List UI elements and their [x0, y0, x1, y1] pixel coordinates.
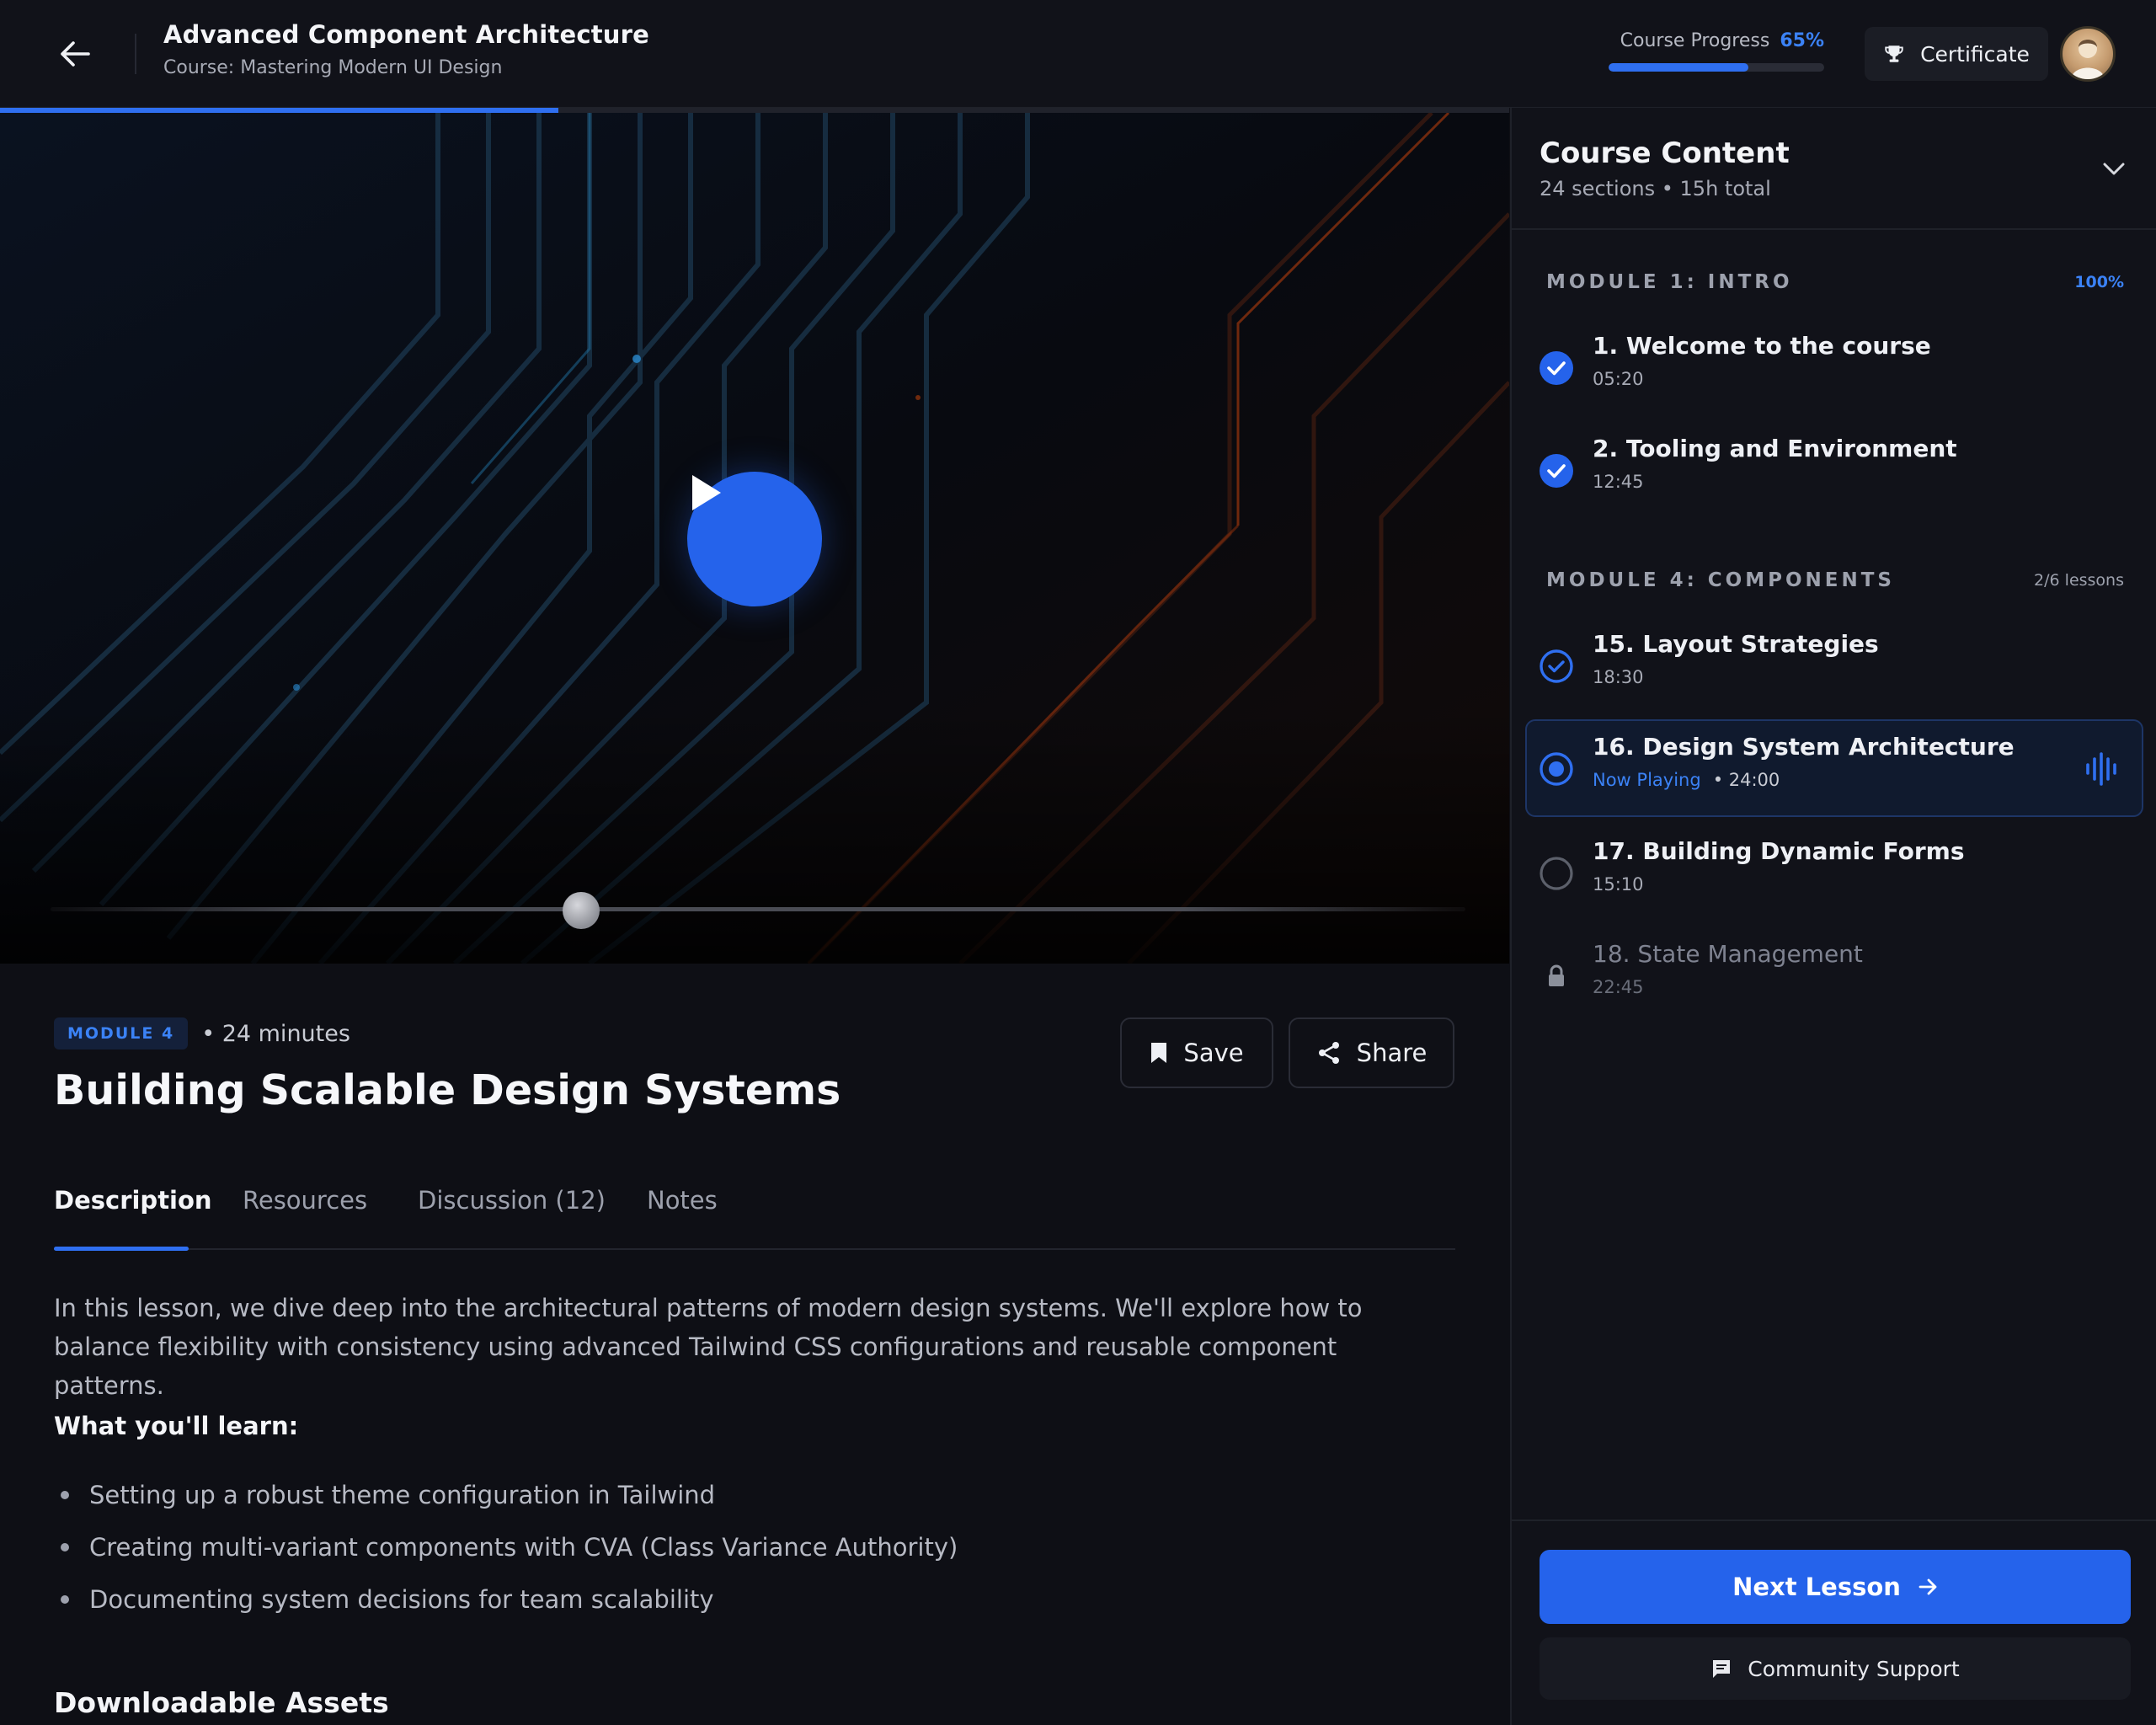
- tab-discussion[interactable]: Discussion (12): [418, 1186, 606, 1215]
- audio-wave-icon: [2086, 752, 2116, 786]
- tab-resources[interactable]: Resources: [243, 1186, 367, 1215]
- completed-check-icon: [1540, 454, 1573, 488]
- lesson-title: 17. Building Dynamic Forms: [1593, 837, 1965, 865]
- video-player[interactable]: [0, 113, 1509, 964]
- bullet-icon: [61, 1491, 69, 1499]
- completed-check-icon: [1540, 351, 1573, 385]
- lesson-item[interactable]: 1. Welcome to the course 05:20: [1525, 318, 2143, 416]
- lesson-meta: MODULE 4 • 24 minutes: [54, 1017, 350, 1049]
- lesson-title: 2. Tooling and Environment: [1593, 435, 1957, 462]
- course-lesson-title: Advanced Component Architecture: [163, 20, 649, 49]
- active-tab-indicator: [54, 1247, 189, 1251]
- collapse-sidebar-button[interactable]: [2093, 148, 2135, 190]
- play-icon: [692, 475, 721, 510]
- next-lesson-button[interactable]: Next Lesson: [1540, 1550, 2131, 1624]
- lesson-duration: 12:45: [1593, 472, 1644, 492]
- header-divider: [135, 34, 136, 74]
- bullet-icon: [61, 1543, 69, 1551]
- lesson-tabs: Description Resources Discussion (12) No…: [54, 1176, 1455, 1251]
- learn-heading: What you'll learn:: [54, 1412, 299, 1440]
- list-item: Documenting system decisions for team sc…: [54, 1573, 958, 1626]
- bookmark-icon: [1151, 1043, 1167, 1063]
- tab-notes[interactable]: Notes: [647, 1186, 718, 1215]
- list-item: Creating multi-variant components with C…: [54, 1521, 958, 1573]
- learn-list: Setting up a robust theme configuration …: [54, 1469, 958, 1626]
- lock-icon: [1549, 964, 1564, 986]
- bullet-icon: [61, 1595, 69, 1604]
- play-button[interactable]: [687, 472, 822, 606]
- next-lesson-label: Next Lesson: [1732, 1573, 1901, 1601]
- lesson-duration: • 24:00: [1712, 770, 1780, 790]
- now-playing-label: Now Playing: [1593, 770, 1701, 790]
- module-progress: 2/6 lessons: [2034, 571, 2124, 590]
- module-name: MODULE 1: INTRO: [1546, 271, 1793, 293]
- arrow-left-icon: [61, 41, 90, 67]
- list-item: Setting up a robust theme configuration …: [54, 1469, 958, 1521]
- top-header: Advanced Component Architecture Course: …: [0, 0, 2156, 108]
- sidebar-title: Course Content: [1540, 136, 1790, 170]
- lesson-title: Building Scalable Design Systems: [54, 1066, 841, 1114]
- lesson-item[interactable]: 2. Tooling and Environment 12:45: [1525, 421, 2143, 519]
- module-badge: MODULE 4: [54, 1017, 189, 1049]
- module-header[interactable]: MODULE 1: INTRO 100%: [1546, 271, 2124, 293]
- course-name: Course: Mastering Modern UI Design: [163, 57, 503, 78]
- community-support-button[interactable]: Community Support: [1540, 1637, 2131, 1700]
- share-button[interactable]: Share: [1289, 1017, 1454, 1088]
- sidebar-header: Course Content 24 sections • 15h total: [1512, 108, 2156, 230]
- sidebar-footer: Next Lesson Community Support: [1512, 1519, 2156, 1725]
- course-progress-fill: [1609, 63, 1749, 72]
- downloadable-assets-heading: Downloadable Assets: [54, 1686, 389, 1719]
- save-button[interactable]: Save: [1120, 1017, 1273, 1088]
- course-progress-label: Course Progress: [1620, 30, 1770, 51]
- radio-empty-icon: [1540, 857, 1573, 890]
- share-icon: [1318, 1042, 1339, 1064]
- lesson-item-active[interactable]: 16. Design System Architecture Now Playi…: [1525, 719, 2143, 817]
- back-button[interactable]: [49, 32, 101, 76]
- save-label: Save: [1183, 1039, 1244, 1067]
- certificate-label: Certificate: [1920, 41, 2030, 67]
- community-support-label: Community Support: [1748, 1656, 1960, 1681]
- check-outline-icon: [1540, 649, 1573, 683]
- share-label: Share: [1356, 1039, 1428, 1067]
- course-progress: Course Progress 65%: [1609, 30, 1824, 72]
- course-progress-bar: [1609, 63, 1824, 72]
- certificate-button[interactable]: Certificate: [1865, 27, 2048, 81]
- video-seek-bar[interactable]: [51, 907, 1465, 911]
- module-progress: 100%: [2074, 273, 2124, 291]
- lesson-item[interactable]: 17. Building Dynamic Forms 15:10: [1525, 824, 2143, 921]
- trophy-icon: [1885, 45, 1903, 62]
- arrow-right-icon: [1919, 1578, 1937, 1595]
- lesson-duration: 22:45: [1593, 977, 1644, 997]
- chevron-down-icon: [2103, 163, 2125, 175]
- radio-selected-icon: [1540, 752, 1573, 786]
- lesson-title: 18. State Management: [1593, 940, 1863, 968]
- course-progress-percent: 65%: [1780, 30, 1824, 51]
- user-photo: [2071, 40, 2105, 79]
- lesson-title: 15. Layout Strategies: [1593, 630, 1879, 658]
- lesson-item[interactable]: 15. Layout Strategies 18:30: [1525, 617, 2143, 714]
- lesson-duration: 15:10: [1593, 874, 1644, 895]
- sidebar-subtitle: 24 sections • 15h total: [1540, 177, 1771, 200]
- lesson-title: 16. Design System Architecture: [1593, 733, 2015, 761]
- lesson-duration: • 24 minutes: [201, 1020, 350, 1047]
- module-name: MODULE 4: COMPONENTS: [1546, 569, 1895, 591]
- lesson-duration: 18:30: [1593, 667, 1644, 687]
- user-avatar[interactable]: [2060, 26, 2116, 82]
- lesson-item-locked[interactable]: 18. State Management 22:45: [1525, 927, 2143, 1024]
- lesson-title: 1. Welcome to the course: [1593, 332, 1931, 360]
- tab-description[interactable]: Description: [54, 1186, 212, 1215]
- video-seek-thumb[interactable]: [563, 892, 600, 929]
- module-header[interactable]: MODULE 4: COMPONENTS 2/6 lessons: [1546, 569, 2124, 591]
- chat-icon: [1713, 1660, 1731, 1678]
- lesson-duration: 05:20: [1593, 369, 1644, 389]
- header-titles: Advanced Component Architecture Course: …: [163, 20, 649, 78]
- course-content-sidebar: Course Content 24 sections • 15h total M…: [1510, 108, 2156, 1725]
- lesson-description: In this lesson, we dive deep into the ar…: [54, 1294, 1363, 1400]
